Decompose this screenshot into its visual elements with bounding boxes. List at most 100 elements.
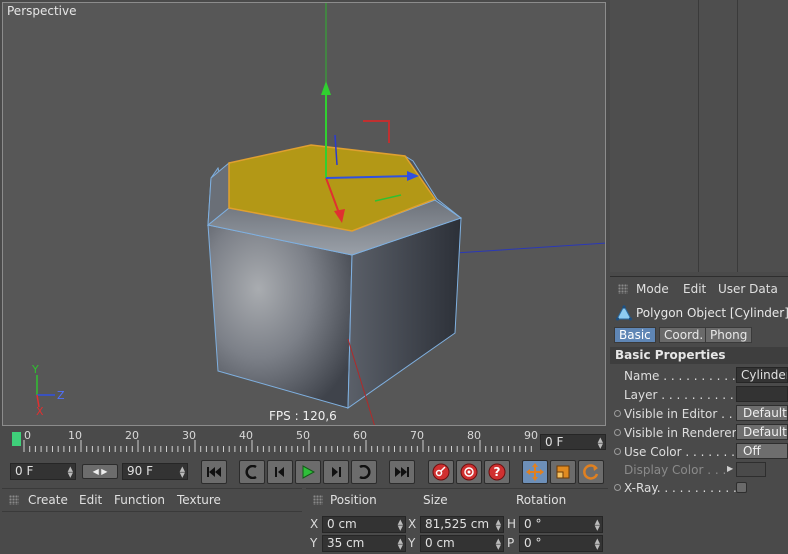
skip-end-icon	[395, 467, 409, 477]
tab-phong[interactable]: Phong	[705, 327, 753, 343]
scene-canvas[interactable]: Y Z X	[3, 3, 606, 426]
transport-bar: 0 F ▲ ▼ ◀ ▶ 90 F ▲ ▼ ?	[2, 458, 606, 486]
rotate-icon	[583, 464, 599, 480]
menu-edit[interactable]: Edit	[79, 493, 102, 507]
rotation-h-value: 0 °	[524, 517, 542, 531]
next-frame-button[interactable]	[323, 460, 349, 484]
column-divider	[698, 0, 699, 272]
menu-mode[interactable]: Mode	[636, 282, 669, 296]
layer-field[interactable]	[736, 386, 788, 402]
size-x-value: 81,525 cm	[425, 517, 490, 531]
menu-function[interactable]: Function	[114, 493, 165, 507]
position-x-field[interactable]: 0 cm ▲ ▼	[322, 516, 406, 533]
tick-label: 50	[296, 429, 310, 442]
display-color-swatch[interactable]	[736, 462, 766, 477]
spinner-icon[interactable]: ▲ ▼	[180, 466, 185, 479]
menu-edit[interactable]: Edit	[683, 282, 706, 296]
scale-tool-button[interactable]	[550, 460, 576, 484]
object-manager-panel[interactable]	[610, 0, 788, 272]
size-y-value: 0 cm	[425, 536, 455, 550]
menu-create[interactable]: Create	[28, 493, 68, 507]
animate-dot[interactable]	[614, 410, 621, 417]
move-tool-button[interactable]	[522, 460, 548, 484]
start-frame-field[interactable]: 0 F ▲ ▼	[10, 463, 76, 480]
pos-x-label: X	[310, 517, 319, 531]
menu-texture[interactable]: Texture	[177, 493, 221, 507]
frame-step-arrows-icon[interactable]: ◀ ▶	[82, 464, 118, 479]
snap-corner-marker	[363, 120, 390, 143]
spinner-icon[interactable]: ▲ ▼	[496, 519, 501, 532]
previous-keyframe-button[interactable]	[239, 460, 265, 484]
animate-dot[interactable]	[614, 448, 621, 455]
use-color-dropdown[interactable]: Off	[736, 443, 788, 459]
spinner-icon[interactable]: ▲ ▼	[68, 466, 73, 479]
question-icon: ?	[488, 463, 506, 481]
divider	[2, 511, 302, 512]
viewport-title: Perspective	[7, 4, 77, 18]
start-frame-value: 0 F	[15, 464, 34, 478]
animate-dot[interactable]	[614, 484, 621, 491]
grip-icon[interactable]	[618, 284, 628, 294]
name-field[interactable]: Cylinder	[736, 367, 788, 383]
spinner-icon[interactable]: ▲ ▼	[598, 437, 603, 450]
material-manager[interactable]: Create Edit Function Texture	[2, 488, 302, 554]
rot-h-label: H	[507, 517, 517, 531]
header-size: Size	[423, 493, 448, 507]
expand-arrow-icon[interactable]: ▶	[727, 464, 733, 473]
end-frame-value: 90 F	[127, 464, 153, 478]
spinner-icon[interactable]: ▲ ▼	[595, 538, 600, 551]
visible-in-editor-dropdown[interactable]: Default	[736, 405, 788, 421]
prop-use-color-label: Use Color . . . . . . . .	[624, 445, 743, 459]
xray-checkbox[interactable]	[736, 482, 747, 493]
timeline[interactable]: 0 10 20 30 40 50 60 70 80 90 0 F ▲ ▼	[2, 428, 606, 458]
next-key-icon	[359, 465, 371, 479]
tick-label: 20	[125, 429, 139, 442]
spinner-icon[interactable]: ▲ ▼	[595, 519, 600, 532]
visible-in-renderer-dropdown[interactable]: Default	[736, 424, 788, 440]
go-to-start-button[interactable]	[201, 460, 227, 484]
tab-coord[interactable]: Coord.	[659, 327, 709, 343]
scale-icon	[556, 465, 570, 479]
spinner-icon[interactable]: ▲ ▼	[398, 519, 403, 532]
previous-frame-button[interactable]	[267, 460, 293, 484]
tab-basic[interactable]: Basic	[614, 327, 656, 343]
size-y-label: Y	[408, 536, 416, 550]
autokey-button[interactable]	[456, 460, 482, 484]
grip-icon[interactable]	[313, 495, 323, 505]
play-button[interactable]	[295, 460, 321, 484]
current-frame-value: 0 F	[545, 435, 564, 449]
tick-label: 70	[410, 429, 424, 442]
current-frame-field[interactable]: 0 F ▲ ▼	[540, 434, 606, 450]
go-to-end-button[interactable]	[389, 460, 415, 484]
size-y-field[interactable]: 0 cm ▲ ▼	[420, 535, 504, 552]
viewport-perspective[interactable]: Y Z X Perspective FPS : 120,6	[2, 2, 606, 426]
tick-label: 0	[24, 429, 31, 442]
attribute-menu-bar: Mode Edit User Data	[610, 279, 788, 299]
spinner-icon[interactable]: ▲ ▼	[398, 538, 403, 551]
header-position: Position	[330, 493, 377, 507]
prop-layer-label: Layer . . . . . . . . . . . .	[624, 388, 750, 402]
menu-user-data[interactable]: User Data	[718, 282, 778, 296]
step-back-icon	[275, 467, 284, 477]
next-keyframe-button[interactable]	[351, 460, 377, 484]
skip-start-icon	[207, 467, 221, 477]
rotate-tool-button[interactable]	[578, 460, 604, 484]
move-arrows-icon	[526, 463, 544, 481]
rotation-p-field[interactable]: 0 ° ▲ ▼	[519, 535, 603, 552]
end-frame-field[interactable]: 90 F ▲ ▼	[122, 463, 188, 480]
header-rotation: Rotation	[516, 493, 567, 507]
animate-dot[interactable]	[614, 429, 621, 436]
grip-icon[interactable]	[9, 495, 19, 505]
mini-axis-x-label: X	[36, 405, 44, 418]
size-x-field[interactable]: 81,525 cm ▲ ▼	[420, 516, 504, 533]
rot-p-label: P	[507, 536, 515, 550]
position-y-field[interactable]: 35 cm ▲ ▼	[322, 535, 406, 552]
tick-label: 30	[182, 429, 196, 442]
keyframe-help-button[interactable]: ?	[484, 460, 510, 484]
rotation-h-field[interactable]: 0 ° ▲ ▼	[519, 516, 603, 533]
fps-readout: FPS : 120,6	[269, 409, 337, 423]
tick-label: 10	[68, 429, 82, 442]
record-keyframe-button[interactable]	[428, 460, 454, 484]
spinner-icon[interactable]: ▲ ▼	[496, 538, 501, 551]
tick-label: 90	[524, 429, 538, 442]
